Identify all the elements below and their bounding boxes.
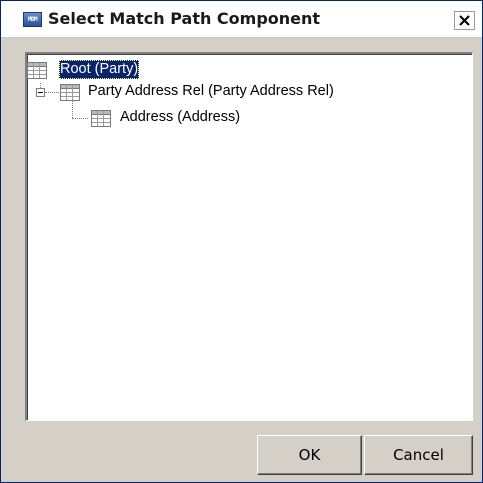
title-bar[interactable]: MDM Select Match Path Component	[1, 1, 482, 38]
dialog-title: Select Match Path Component	[48, 9, 321, 28]
table-icon	[60, 84, 80, 101]
tree-node-label[interactable]: Root (Party)	[59, 60, 140, 79]
cancel-button[interactable]: Cancel	[364, 435, 473, 475]
tree-connector-line	[72, 118, 88, 119]
mdm-app-icon: MDM	[23, 12, 42, 27]
tree-view[interactable]: Root (Party) Party Address Rel (Party Ad…	[25, 52, 473, 421]
table-icon	[91, 110, 111, 127]
close-icon	[459, 15, 470, 26]
tree-connector-line	[72, 101, 73, 118]
tree-node-label[interactable]: Address (Address)	[119, 108, 241, 127]
ok-button[interactable]: OK	[257, 435, 362, 475]
select-match-path-dialog: MDM Select Match Path Component Root (Pa…	[0, 0, 483, 483]
close-button[interactable]	[454, 11, 475, 30]
collapse-minus-icon[interactable]	[36, 88, 45, 97]
tree-connector-line	[45, 92, 59, 93]
table-icon	[27, 62, 47, 79]
tree-node-label[interactable]: Party Address Rel (Party Address Rel)	[87, 82, 335, 101]
